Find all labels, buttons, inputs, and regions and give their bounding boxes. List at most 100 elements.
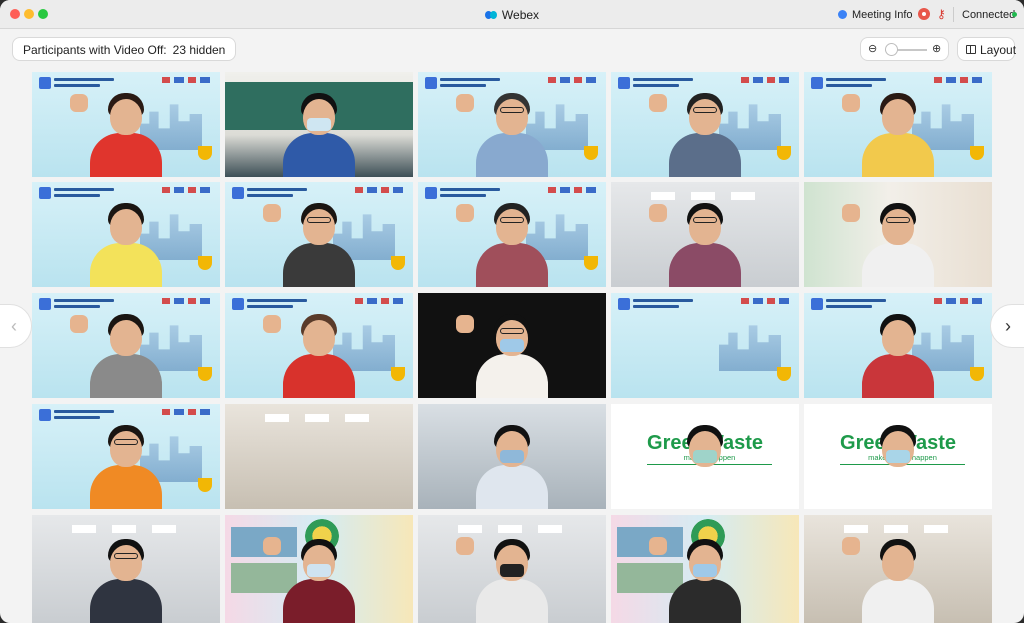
layout-button[interactable]: Layout xyxy=(957,37,1016,61)
participant-video-tile[interactable] xyxy=(32,293,220,398)
glasses-icon xyxy=(886,217,910,223)
participant-body xyxy=(283,579,355,623)
participant-body xyxy=(476,133,548,177)
participant-face xyxy=(110,545,142,581)
participant-video-tile[interactable] xyxy=(611,72,799,177)
zoom-in-icon[interactable]: ⊕ xyxy=(932,42,941,55)
participant-body xyxy=(862,133,934,177)
participant-face xyxy=(882,545,914,581)
trophy-icon xyxy=(198,256,212,270)
raised-fist xyxy=(263,315,281,333)
zoom-slider-thumb[interactable] xyxy=(885,43,898,56)
participant-figure xyxy=(665,187,745,287)
glasses-icon xyxy=(500,107,524,113)
raised-fist xyxy=(842,204,860,222)
participant-video-tile[interactable] xyxy=(804,72,992,177)
participant-face xyxy=(110,431,142,467)
key-icon[interactable]: ⚷ xyxy=(937,7,946,21)
trophy-icon xyxy=(198,478,212,492)
face-mask xyxy=(307,118,331,131)
raised-fist xyxy=(70,315,88,333)
participant-video-tile[interactable] xyxy=(225,515,413,623)
partner-logos-graphic xyxy=(162,409,214,415)
participant-video-tile[interactable] xyxy=(804,293,992,398)
participant-face xyxy=(110,99,142,135)
slide-logo-icon xyxy=(618,298,630,310)
participant-figure xyxy=(86,523,166,623)
participant-video-tile[interactable] xyxy=(418,404,606,509)
participant-figure xyxy=(279,187,359,287)
participant-body xyxy=(283,354,355,398)
participant-body xyxy=(669,579,741,623)
participant-video-tile[interactable]: GreenWastemake n happen xyxy=(611,404,799,509)
participant-video-tile[interactable] xyxy=(225,72,413,177)
face-mask xyxy=(693,564,717,577)
participant-video-tile[interactable]: GreenWastemake n rden happen xyxy=(804,404,992,509)
participant-body xyxy=(476,354,548,398)
glasses-icon xyxy=(693,217,717,223)
partner-logos-graphic xyxy=(741,77,793,83)
participant-video-tile[interactable] xyxy=(418,182,606,287)
participant-figure xyxy=(665,77,745,177)
participant-face xyxy=(110,320,142,356)
trophy-icon xyxy=(777,367,791,381)
participant-video-tile[interactable] xyxy=(418,72,606,177)
participant-video-tile[interactable] xyxy=(32,515,220,623)
glasses-icon xyxy=(693,107,717,113)
city-illustration xyxy=(719,325,781,371)
partner-logos-graphic xyxy=(548,187,600,193)
hidden-participants-button[interactable]: Participants with Video Off: 23 hidden xyxy=(12,37,237,61)
slide-logo-icon xyxy=(39,77,51,89)
window-title-text: Webex xyxy=(501,8,540,22)
participant-body xyxy=(476,465,548,509)
partner-logos-graphic xyxy=(162,77,214,83)
participant-body xyxy=(669,465,741,509)
glasses-icon xyxy=(114,439,138,445)
meeting-info-button[interactable]: Meeting Info xyxy=(838,9,913,21)
participant-video-tile[interactable] xyxy=(225,293,413,398)
divider xyxy=(953,7,954,22)
participant-figure xyxy=(86,187,166,287)
participant-figure xyxy=(279,523,359,623)
raised-fist xyxy=(456,94,474,112)
face-mask xyxy=(307,564,331,577)
connection-dot-icon xyxy=(1012,12,1017,17)
partner-logos-graphic xyxy=(355,298,407,304)
participant-video-tile[interactable] xyxy=(804,515,992,623)
participant-video-tile[interactable] xyxy=(225,404,413,509)
chevron-left-icon: ‹ xyxy=(11,316,17,336)
participant-figure xyxy=(858,409,938,509)
raised-fist xyxy=(649,94,667,112)
previous-page-button[interactable]: ‹ xyxy=(0,304,32,348)
participant-body xyxy=(862,465,934,509)
face-mask xyxy=(500,564,524,577)
participant-video-tile[interactable] xyxy=(225,182,413,287)
trophy-icon xyxy=(584,146,598,160)
glasses-icon xyxy=(500,328,524,334)
participant-face xyxy=(303,320,335,356)
participant-video-tile[interactable] xyxy=(611,515,799,623)
participant-video-tile[interactable] xyxy=(611,182,799,287)
participant-video-tile[interactable] xyxy=(418,515,606,623)
raised-fist xyxy=(842,537,860,555)
participant-video-tile[interactable] xyxy=(611,293,799,398)
raised-fist xyxy=(456,204,474,222)
participant-video-tile[interactable] xyxy=(32,404,220,509)
participant-video-tile[interactable] xyxy=(32,72,220,177)
next-page-button[interactable]: › xyxy=(990,304,1024,348)
slide-logo-icon xyxy=(811,77,823,89)
participant-face xyxy=(110,209,142,245)
participant-video-tile[interactable] xyxy=(418,293,606,398)
partner-logos-graphic xyxy=(934,77,986,83)
slide-logo-icon xyxy=(811,298,823,310)
zoom-out-icon[interactable]: ⊖ xyxy=(868,42,877,55)
raised-fist xyxy=(649,204,667,222)
raised-fist xyxy=(456,537,474,555)
participant-video-tile[interactable] xyxy=(804,182,992,287)
raised-fist xyxy=(456,315,474,333)
participant-body xyxy=(669,243,741,287)
participant-figure xyxy=(86,298,166,398)
participant-video-tile[interactable] xyxy=(32,182,220,287)
slide-logo-icon xyxy=(425,77,437,89)
record-icon[interactable] xyxy=(918,8,930,20)
